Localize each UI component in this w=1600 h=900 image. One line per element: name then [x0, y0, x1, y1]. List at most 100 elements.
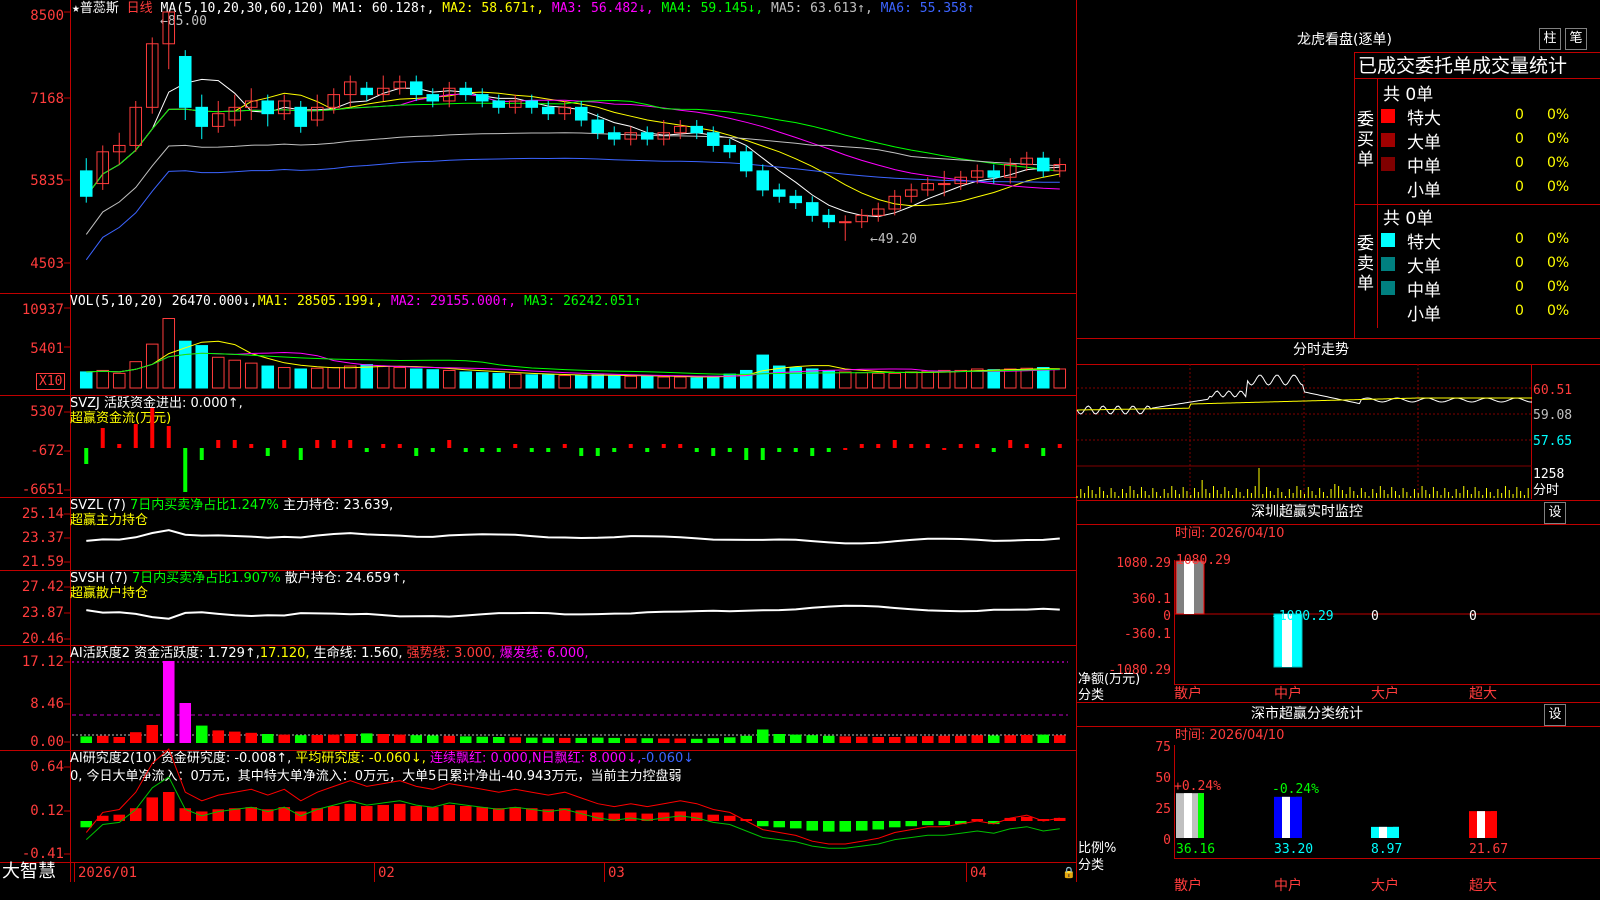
activity-bar — [707, 738, 720, 743]
flow-bar — [348, 440, 353, 448]
volume-bar — [327, 367, 341, 389]
ai-active-panel[interactable]: AI活跃度2 资金活跃度: 1.729↑,17.120, 生命线: 1.560,… — [0, 646, 1076, 750]
stat-value-label: 21.67 — [1469, 842, 1508, 857]
flow-bar — [117, 444, 122, 448]
research-bar — [509, 807, 522, 821]
candle-body — [822, 214, 836, 223]
research-bar — [80, 821, 93, 828]
stat-bar — [1274, 796, 1302, 838]
divider — [1077, 524, 1600, 525]
volume-bar — [244, 362, 258, 389]
volume-bar — [706, 375, 720, 389]
candle-body — [459, 87, 473, 96]
volume-bar — [409, 368, 423, 389]
activity-bar — [509, 737, 522, 743]
activity-bar — [492, 737, 505, 743]
research-bar — [1020, 816, 1033, 821]
candle-body — [805, 202, 819, 216]
research-bar — [476, 807, 489, 821]
activity-bar — [360, 733, 373, 743]
activity-bar — [212, 730, 225, 743]
research-bar — [938, 821, 951, 826]
flow-bar — [843, 448, 848, 450]
activity-bar — [96, 735, 109, 743]
research-bar — [410, 806, 423, 821]
svzj-panel[interactable]: SVZJ 活跃资金进出: 0.000↑, 超赢资金流(万元) 5307 -672… — [0, 396, 1076, 498]
candle-body — [541, 106, 555, 115]
sell-row: 大单 0 0% — [1377, 252, 1600, 277]
activity-bar — [113, 737, 126, 743]
activity-bar — [344, 734, 357, 743]
svsh-panel[interactable]: SVSH (7) 7日内买卖净占比1.907% 散户持仓: 24.659↑, 超… — [0, 571, 1076, 647]
volume-bar — [805, 368, 819, 389]
volume-bar — [459, 371, 473, 389]
activity-bar — [146, 725, 159, 743]
activity-bar — [888, 737, 901, 743]
row-name: 大单 — [1407, 133, 1441, 153]
flow-bar — [232, 440, 237, 448]
monitor-axis-label: -360.1 — [1124, 627, 1171, 642]
date-tick: 04 — [970, 865, 987, 881]
monitor-settings-button[interactable]: 设 — [1544, 502, 1566, 524]
monitor-time: 时间: 2026/04/10 — [1175, 526, 1285, 541]
flow-bar — [529, 448, 534, 452]
flow-bar — [1041, 448, 1046, 456]
volume-bar — [789, 367, 803, 389]
volume-bar — [426, 369, 440, 389]
row-pct: 0% — [1547, 255, 1570, 271]
row-pct: 0% — [1547, 231, 1570, 247]
brand-logo: 大智慧 — [2, 861, 56, 882]
flow-bar — [909, 444, 914, 448]
stat-pct-label: +0.24% — [1174, 779, 1221, 794]
stat-axis-label: 25 — [1155, 802, 1171, 817]
candle-body — [525, 100, 539, 108]
ai-active-bars — [64, 661, 1068, 743]
research-bar — [311, 808, 324, 821]
research-bar — [855, 821, 868, 831]
lock-icon[interactable]: 🔒 — [1062, 866, 1076, 879]
color-swatch — [1381, 281, 1395, 295]
volume-bar — [541, 374, 555, 389]
activity-bar — [261, 734, 274, 743]
volume-bar — [96, 369, 110, 389]
activity-bar — [129, 732, 142, 743]
row-count: 0 — [1515, 231, 1524, 247]
row-count: 0 — [1515, 107, 1524, 123]
order-stats-tabs[interactable]: 已成交委托单成交量统计 — [1358, 54, 1567, 78]
svzl-panel[interactable]: SVZL (7) 7日内买卖净占比1.247% 主力持仓: 23.639, 超赢… — [0, 498, 1076, 570]
flow-bar — [694, 448, 699, 452]
flow-bar — [183, 448, 188, 492]
candle-body — [360, 87, 374, 96]
tick-view-button[interactable]: 笔 — [1565, 28, 1587, 50]
stat-bar-edge — [1198, 793, 1204, 838]
candle-body — [195, 106, 209, 127]
buy-row: 大单 0 0% — [1377, 128, 1600, 153]
volume-bar — [310, 367, 324, 389]
bar-view-button[interactable]: 柱 — [1539, 28, 1561, 50]
candle-body — [261, 100, 275, 115]
research-bar — [179, 808, 192, 821]
monitor-value-label: 0 — [1469, 609, 1477, 624]
volume-bar — [871, 372, 885, 389]
volume-bar — [79, 371, 93, 389]
stat-ylabel: 比例% — [1078, 841, 1117, 856]
stat-settings-button[interactable]: 设 — [1544, 704, 1566, 726]
sell-row: 小单 0 0% — [1377, 300, 1600, 325]
activity-bar — [443, 735, 456, 743]
volume-panel[interactable]: VOL(5,10,20) 26470.000↓,MA1: 28505.199↓,… — [0, 294, 1076, 395]
activity-bar — [987, 735, 1000, 743]
research-bar — [96, 815, 109, 821]
volume-bar — [1053, 368, 1067, 389]
flow-bar — [876, 444, 881, 448]
intraday-chart[interactable] — [1076, 364, 1532, 499]
activity-bar — [245, 732, 258, 743]
price-panel[interactable]: 8500 7168 5835 4503 ★普蕊斯 日线 MA(5,10,20,3… — [0, 0, 1076, 293]
ai-research-panel[interactable]: AI研究度2(10) 资金研究度: -0.008↑, 平均研究度: -0.060… — [0, 748, 1076, 862]
stat-bar-edge — [1393, 826, 1399, 838]
row-name: 小单 — [1407, 181, 1441, 201]
research-bar — [872, 821, 885, 830]
flow-bar — [199, 448, 204, 460]
monitor-title: 深圳超赢实时监控 — [1251, 504, 1363, 520]
activity-bar — [690, 738, 703, 743]
volume-bar — [838, 371, 852, 389]
